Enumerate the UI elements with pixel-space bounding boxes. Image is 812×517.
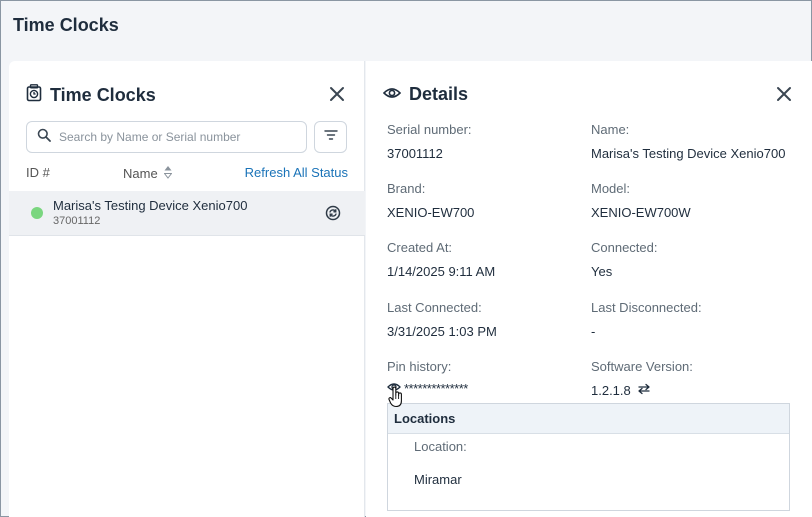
device-list-item[interactable]: Marisa's Testing Device Xenio700 3700111… bbox=[9, 191, 365, 236]
details-header: Details bbox=[382, 84, 469, 105]
last-connected-label: Last Connected: bbox=[387, 300, 482, 315]
details-title: Details bbox=[409, 84, 469, 104]
filter-icon bbox=[323, 128, 338, 146]
last-disconnected-value: - bbox=[591, 324, 596, 339]
software-version-row: 1.2.1.8 bbox=[591, 383, 693, 398]
column-id[interactable]: ID # bbox=[26, 165, 50, 180]
time-clocks-title: Time Clocks bbox=[50, 85, 156, 105]
last-disconnected-field: Last Disconnected: - bbox=[591, 300, 702, 339]
device-serial: 37001112 bbox=[53, 215, 101, 227]
hand-cursor-icon bbox=[388, 386, 404, 413]
close-icon[interactable] bbox=[326, 83, 348, 105]
locations-section: Locations Location: Miramar bbox=[387, 403, 790, 511]
software-version-label: Software Version: bbox=[591, 359, 693, 374]
device-name: Marisa's Testing Device Xenio700 bbox=[53, 198, 248, 213]
name-field: Name: Marisa's Testing Device Xenio700 bbox=[591, 122, 785, 161]
column-headers: ID # Name Refresh All Status bbox=[26, 165, 348, 183]
refresh-all-status-link[interactable]: Refresh All Status bbox=[245, 165, 348, 180]
software-version-field: Software Version: 1.2.1.8 bbox=[591, 359, 693, 398]
time-clocks-header: Time Clocks bbox=[26, 84, 156, 107]
brand-field: Brand: XENIO-EW700 bbox=[387, 181, 474, 220]
filter-button[interactable] bbox=[314, 121, 347, 153]
model-label: Model: bbox=[591, 181, 631, 196]
brand-label: Brand: bbox=[387, 181, 426, 196]
status-online-icon bbox=[31, 207, 43, 219]
pin-history-label: Pin history: bbox=[387, 359, 452, 374]
sort-icon[interactable] bbox=[163, 165, 173, 182]
connected-value: Yes bbox=[591, 264, 613, 279]
time-clocks-panel: Time Clocks ID # Name Refresh All Status… bbox=[9, 61, 365, 517]
sync-icon[interactable] bbox=[325, 205, 341, 221]
page-title: Time Clocks bbox=[13, 15, 119, 35]
last-connected-value: 3/31/2025 1:03 PM bbox=[387, 324, 497, 339]
pin-history-value: ************** bbox=[404, 381, 468, 396]
created-value: 1/14/2025 9:11 AM bbox=[387, 264, 496, 279]
serial-field: Serial number: 37001112 bbox=[387, 122, 472, 161]
locations-header: Locations bbox=[388, 404, 789, 434]
details-panel: Details Serial number: 37001112 Name: Ma… bbox=[366, 61, 812, 517]
software-version-value: 1.2.1.8 bbox=[591, 383, 631, 398]
search-field[interactable] bbox=[26, 121, 307, 153]
close-icon[interactable] bbox=[773, 83, 795, 105]
connected-label: Connected: bbox=[591, 240, 658, 255]
location-value: Miramar bbox=[414, 472, 462, 487]
swap-arrows-icon[interactable] bbox=[637, 383, 651, 398]
model-value: XENIO-EW700W bbox=[591, 205, 691, 220]
created-field: Created At: 1/14/2025 9:11 AM bbox=[387, 240, 495, 279]
brand-value: XENIO-EW700 bbox=[387, 205, 475, 220]
search-icon bbox=[37, 128, 51, 147]
search-input[interactable] bbox=[59, 130, 289, 144]
name-value: Marisa's Testing Device Xenio700 bbox=[591, 146, 786, 161]
serial-label: Serial number: bbox=[387, 122, 472, 137]
time-clock-icon bbox=[26, 84, 42, 107]
connected-field: Connected: Yes bbox=[591, 240, 658, 279]
last-disconnected-label: Last Disconnected: bbox=[591, 300, 702, 315]
column-name[interactable]: Name bbox=[123, 165, 173, 182]
created-label: Created At: bbox=[387, 240, 453, 255]
location-label: Location: bbox=[414, 439, 467, 454]
model-field: Model: XENIO-EW700W bbox=[591, 181, 691, 220]
last-connected-field: Last Connected: 3/31/2025 1:03 PM bbox=[387, 300, 497, 339]
serial-value: 37001112 bbox=[387, 146, 443, 161]
column-name-label: Name bbox=[123, 166, 158, 181]
name-label: Name: bbox=[591, 122, 630, 137]
eye-icon bbox=[382, 84, 402, 105]
